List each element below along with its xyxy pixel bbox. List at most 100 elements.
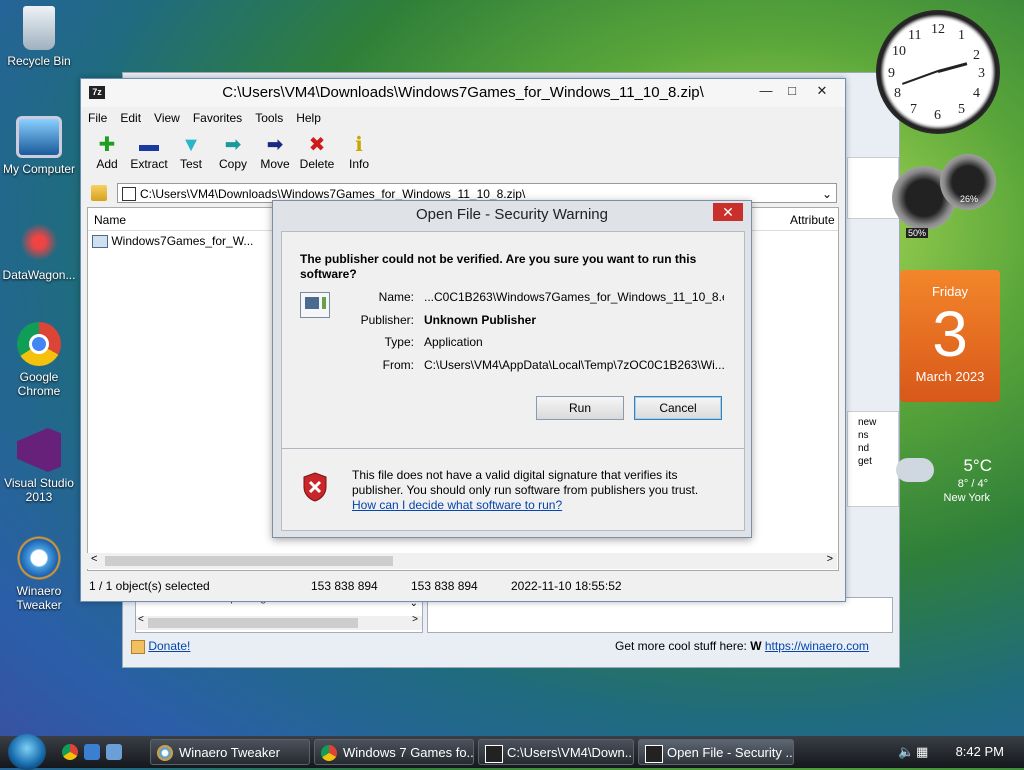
menu-favorites[interactable]: Favorites [186, 109, 248, 125]
desktop-icon-google-chrome[interactable]: Google Chrome [0, 322, 78, 398]
status-packed: 153 838 894 [411, 579, 478, 593]
warning-footer-text: This file does not have a valid digital … [352, 468, 699, 497]
clock-number: 2 [973, 48, 980, 63]
security-warning-dialog: Open File - Security Warning ✕ The publi… [272, 200, 752, 538]
test-icon: ▼ [181, 134, 201, 156]
menu-help[interactable]: Help [289, 109, 327, 125]
menu-tools[interactable]: Tools [248, 109, 289, 125]
switch-windows-icon[interactable] [106, 744, 122, 760]
chevron-down-icon[interactable]: ⌄ [822, 184, 832, 204]
info-label: Info [348, 157, 369, 171]
extract-label: Extract [130, 157, 168, 171]
add-label: Add [96, 157, 118, 171]
scroll-thumb[interactable] [148, 618, 358, 628]
horizontal-scrollbar[interactable]: < > [87, 553, 837, 569]
visual-studio-icon [17, 428, 61, 472]
copy-label: Copy [218, 157, 247, 171]
clock-hand-hour [937, 62, 968, 73]
tree-scrollbar[interactable]: > < [136, 614, 422, 630]
publisher-value: Unknown Publisher [424, 313, 537, 327]
menu-file[interactable]: File [81, 109, 113, 125]
description-panel [847, 157, 899, 219]
description-panel-text: new ns nd get [847, 411, 899, 507]
system-tray: 🔈 ▦ 8:42 PM [898, 736, 1004, 768]
column-attribute[interactable]: Attribute [790, 213, 835, 227]
list-item[interactable]: Windows7Games_for_W... [92, 234, 253, 250]
help-link[interactable]: How can I decide what software to run? [352, 498, 562, 512]
tree-view[interactable]: Desktop Gadgets > < ⌄ [135, 592, 423, 633]
network-icon[interactable]: ▦ [916, 736, 938, 768]
taskbar-button-chrome[interactable]: Windows 7 Games fo... [314, 739, 474, 765]
up-folder-icon[interactable] [91, 185, 107, 201]
status-bar: 1 / 1 object(s) selected 153 838 894 153… [81, 575, 845, 597]
desktop-icon-my-computer[interactable]: My Computer [0, 116, 78, 176]
copy-button[interactable]: ➡ Copy [213, 133, 253, 171]
volume-icon[interactable]: 🔈 [898, 736, 914, 768]
description-line: ns [858, 430, 869, 441]
minimize-icon[interactable]: — [755, 83, 777, 99]
start-button[interactable] [8, 734, 46, 770]
scroll-left-icon[interactable]: < [91, 553, 97, 565]
clock-gadget[interactable]: 12 1 2 3 4 5 6 7 8 9 10 11 [876, 10, 1000, 134]
weather-range: 8° / 4° [957, 478, 988, 490]
desktop-icon-label: Google Chrome [17, 370, 61, 398]
warning-heading: The publisher could not be verified. Are… [300, 252, 697, 281]
test-button[interactable]: ▼ Test [171, 133, 211, 171]
dialog-title: Open File - Security Warning [415, 206, 608, 223]
delete-button[interactable]: ✖ Delete [297, 133, 337, 171]
clock-hand-minute [901, 70, 939, 85]
close-icon[interactable]: ✕ [713, 203, 743, 221]
winaero-link[interactable]: https://winaero.com [765, 639, 869, 653]
status-modified: 2022-11-10 18:55:52 [511, 579, 622, 593]
maximize-icon[interactable]: □ [781, 83, 803, 99]
chrome-quicklaunch-icon[interactable] [62, 744, 78, 760]
title-bar[interactable]: 7z C:\Users\VM4\Downloads\Windows7Games_… [81, 79, 845, 107]
calendar-gadget[interactable]: Friday 3 March 2023 [900, 270, 1000, 402]
donate-link[interactable]: Donate! [148, 639, 190, 653]
clock-time[interactable]: 8:42 PM [956, 744, 1004, 759]
show-desktop-icon[interactable] [84, 744, 100, 760]
column-name[interactable]: Name [94, 213, 126, 227]
move-button[interactable]: ➡ Move [255, 133, 295, 171]
weather-gadget[interactable]: 5°C 8° / 4° New York [894, 448, 1000, 512]
desktop-icon-datawagon[interactable]: DataWagon... [0, 220, 78, 282]
taskbar-button-label: Winaero Tweaker [179, 745, 280, 760]
menu-view[interactable]: View [147, 109, 186, 125]
clock-number: 12 [931, 22, 945, 37]
scroll-right-icon[interactable]: > [827, 553, 833, 565]
add-icon: ✚ [98, 134, 116, 156]
type-key: Type: [384, 335, 414, 349]
taskbar-button-winaero[interactable]: Winaero Tweaker [150, 739, 310, 765]
status-selected: 1 / 1 object(s) selected [89, 579, 210, 593]
close-icon[interactable]: ✕ [811, 83, 833, 99]
scroll-right-icon[interactable]: > [412, 614, 418, 625]
clock-number: 11 [908, 28, 922, 43]
clock-number: 1 [958, 28, 965, 43]
calendar-day: 3 [932, 298, 968, 370]
taskbar-button-label: Windows 7 Games fo... [343, 745, 474, 760]
desktop-icon-visual-studio[interactable]: Visual Studio 2013 [0, 428, 78, 504]
info-icon: ℹ [355, 134, 363, 156]
desktop-icon-label: My Computer [2, 162, 76, 176]
7zip-app-icon [485, 745, 503, 763]
taskbar-button-7zip[interactable]: C:\Users\VM4\Down... [478, 739, 634, 765]
warning-footer: This file does not have a valid digital … [352, 468, 732, 513]
description-line: new [858, 417, 877, 428]
clock-number: 3 [978, 66, 985, 81]
name-value: ...C0C1B263\Windows7Games_for_Windows_11… [424, 290, 724, 304]
run-button[interactable]: Run [536, 396, 624, 420]
test-label: Test [179, 157, 202, 171]
desktop-icon-recycle-bin[interactable]: Recycle Bin [0, 6, 78, 68]
clock-number: 7 [910, 102, 917, 117]
extract-button[interactable]: ▬ Extract [129, 133, 169, 171]
taskbar-button-security-warning[interactable]: Open File - Security ... [638, 739, 794, 765]
scroll-thumb[interactable] [105, 556, 393, 566]
memory-meter-gadget[interactable]: 26% [940, 154, 996, 210]
cancel-button[interactable]: Cancel [634, 396, 722, 420]
scroll-left-icon[interactable]: < [138, 614, 144, 625]
add-button[interactable]: ✚ Add [87, 133, 127, 171]
more-stuff-text: Get more cool stuff here: W https://wina… [615, 639, 869, 653]
menu-edit[interactable]: Edit [113, 109, 147, 125]
info-button[interactable]: ℹ Info [339, 133, 379, 171]
desktop-icon-winaero-tweaker[interactable]: Winaero Tweaker [0, 536, 78, 612]
